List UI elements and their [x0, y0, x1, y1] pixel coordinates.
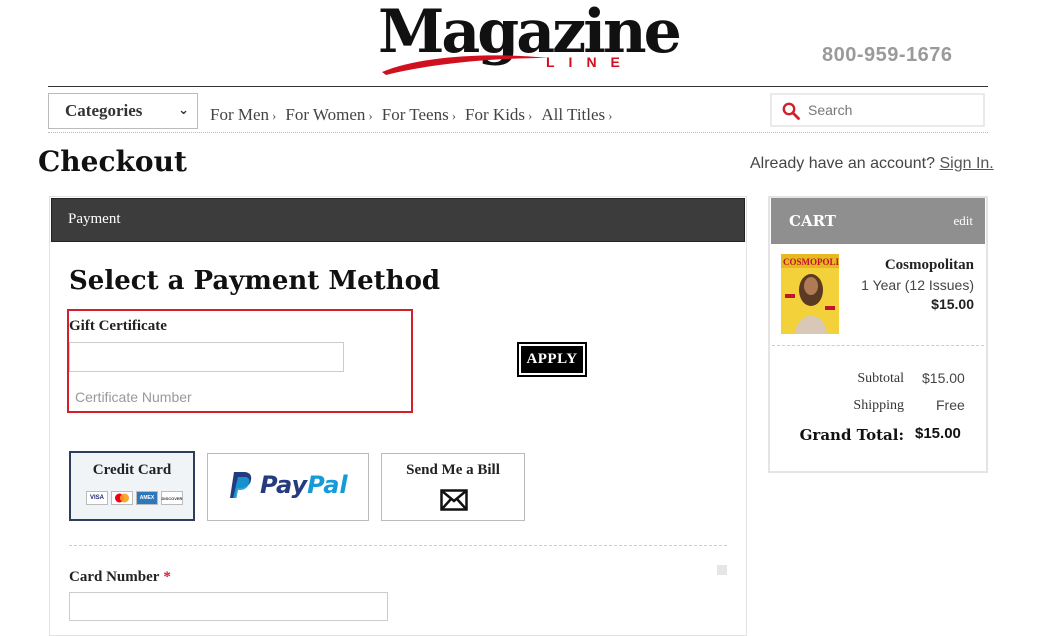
logo-sub: LINE — [546, 54, 634, 70]
cart-item-term: 1 Year (12 Issues) — [861, 277, 974, 293]
shipping-label: Shipping — [853, 398, 904, 413]
logo-swoosh-icon — [382, 55, 548, 75]
cart-item-price: $15.00 — [931, 296, 974, 312]
subtotal-label: Subtotal — [857, 371, 904, 386]
card-info-icon — [717, 565, 727, 575]
cart-item-name[interactable]: Cosmopolitan — [780, 257, 974, 274]
site-logo[interactable]: Magazine LINE — [378, 0, 682, 75]
cart-edit-link[interactable]: edit — [954, 213, 974, 229]
cart-title: CART — [789, 212, 836, 230]
cart-divider — [772, 345, 984, 346]
nav-item-label: For Teens — [381, 105, 449, 124]
nav-item-label: For Men — [210, 105, 270, 124]
payment-panel-header: Payment — [51, 198, 745, 242]
subtotal-value: $15.00 — [922, 370, 965, 386]
main-nav: For Men › For Women › For Teens › For Kids ›… — [210, 105, 613, 125]
nav-item-label: For Women — [285, 105, 366, 124]
chevron-down-icon: ⌄ — [178, 103, 189, 118]
categories-label: Categories — [65, 101, 143, 120]
account-prompt: Already have an account? Sign In. — [750, 155, 994, 173]
shipping-value: Free — [936, 397, 965, 413]
discover-icon: DISCOVER — [161, 491, 183, 505]
gift-certificate-input[interactable] — [69, 342, 344, 372]
paypal-option[interactable]: PayPal — [207, 453, 369, 521]
card-number-input[interactable] — [69, 592, 388, 621]
categories-dropdown[interactable]: Categories ⌄ — [48, 93, 198, 129]
paypal-label: PayPal — [260, 471, 348, 499]
phone-number: 800-959-1676 — [822, 44, 953, 66]
paypal-logo: PayPal — [228, 470, 348, 500]
search-icon — [782, 102, 800, 120]
mastercard-icon — [111, 491, 133, 505]
nav-item-for-kids[interactable]: For Kids › — [465, 105, 532, 125]
header-divider — [48, 86, 988, 87]
visa-icon: VISA — [86, 491, 108, 505]
cart-header: CART edit — [771, 198, 985, 244]
chevron-right-icon: › — [368, 108, 373, 123]
chevron-right-icon: › — [272, 108, 277, 123]
card-number-label: Card Number * — [69, 569, 171, 586]
chevron-right-icon: › — [451, 108, 457, 123]
credit-card-option[interactable]: Credit Card VISA AMEX DISCOVER — [69, 451, 195, 521]
grand-total-label: Grand Total: — [799, 426, 904, 444]
search-input[interactable]: Search — [770, 93, 985, 127]
gift-certificate-label: Gift Certificate — [69, 318, 167, 334]
chevron-right-icon: › — [528, 108, 533, 123]
gift-certificate-help: Certificate Number — [75, 389, 192, 405]
amex-icon: AMEX — [136, 491, 158, 505]
nav-item-for-women[interactable]: For Women › — [285, 105, 372, 125]
paypal-icon — [230, 472, 252, 498]
envelope-icon — [440, 489, 468, 511]
payment-method-title: Select a Payment Method — [69, 266, 441, 296]
sign-in-link[interactable]: Sign In. — [939, 155, 993, 172]
page-title: Checkout — [38, 145, 187, 178]
send-bill-option[interactable]: Send Me a Bill — [381, 453, 525, 521]
card-brand-logos: VISA AMEX DISCOVER — [86, 491, 183, 505]
nav-item-label: All Titles — [541, 105, 606, 124]
nav-item-for-teens[interactable]: For Teens › — [382, 105, 456, 125]
chevron-right-icon: › — [608, 108, 613, 123]
credit-card-label: Credit Card — [92, 462, 172, 478]
search-placeholder: Search — [808, 102, 853, 118]
nav-item-for-men[interactable]: For Men › — [210, 105, 276, 125]
send-bill-label: Send Me a Bill — [406, 462, 500, 478]
card-number-label-text: Card Number — [69, 569, 160, 585]
payment-panel-title: Payment — [68, 211, 121, 227]
nav-divider — [48, 132, 988, 133]
grand-total-value: $15.00 — [915, 425, 961, 442]
payment-divider — [69, 545, 727, 546]
nav-item-label: For Kids — [465, 105, 526, 124]
apply-button[interactable]: APPLY — [517, 342, 587, 377]
nav-item-all-titles[interactable]: All Titles › — [541, 105, 612, 125]
required-mark: * — [163, 569, 171, 585]
account-prompt-text: Already have an account? — [750, 155, 936, 172]
